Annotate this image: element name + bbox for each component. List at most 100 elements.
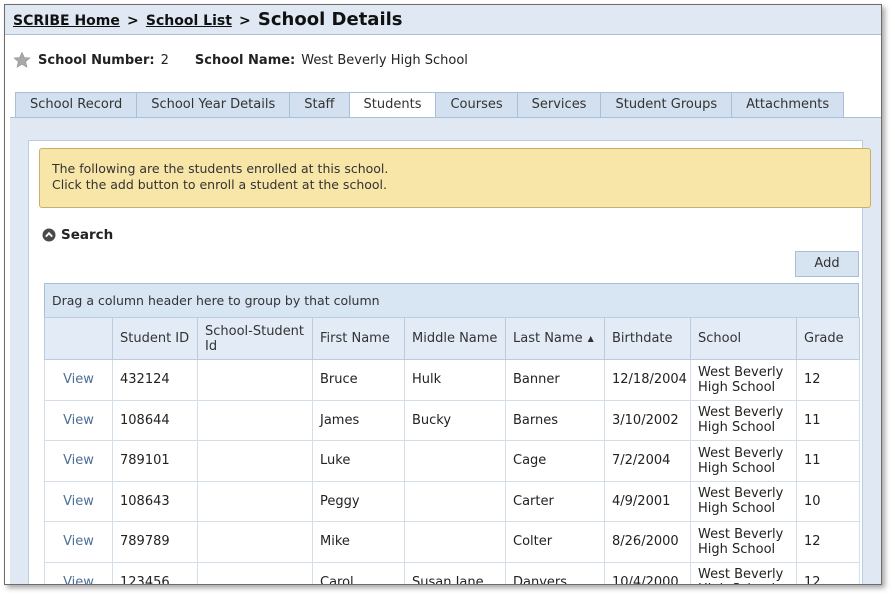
tab-student-groups[interactable]: Student Groups <box>601 92 733 118</box>
cell-student-id: 123456 <box>112 561 198 584</box>
cell-school: West Beverly High School <box>690 440 797 482</box>
cell-birthdate: 7/2/2004 <box>604 440 691 482</box>
breadcrumb-separator: > <box>239 13 251 29</box>
cell-first-name: Mike <box>312 521 405 563</box>
breadcrumb-separator: > <box>127 13 139 29</box>
students-table: Student ID School-Student Id First Name … <box>44 317 860 584</box>
table-row: View 108644 James Bucky Barnes 3/10/2002… <box>44 399 860 441</box>
school-info: School Number: 2 School Name: West Bever… <box>13 49 468 71</box>
cell-last-name: Barnes <box>505 399 605 441</box>
school-name-value: West Beverly High School <box>301 52 468 68</box>
tab-services[interactable]: Services <box>517 92 602 118</box>
table-row: View 123456 Carol Susan Jane Danvers 10/… <box>44 561 860 584</box>
breadcrumb-school-list-link[interactable]: School List <box>146 13 232 29</box>
cell-school-student-id <box>197 521 313 563</box>
tab-courses[interactable]: Courses <box>436 92 518 118</box>
column-header-last-name-label: Last Name <box>513 331 583 346</box>
cell-student-id: 789101 <box>112 440 198 482</box>
cell-middle-name <box>404 521 506 563</box>
cell-grade: 10 <box>796 480 860 522</box>
cell-grade: 11 <box>796 440 860 482</box>
cell-last-name: Cage <box>505 440 605 482</box>
view-link[interactable]: View <box>44 359 113 401</box>
cell-school: West Beverly High School <box>690 561 797 584</box>
column-header-first-name[interactable]: First Name <box>312 317 405 360</box>
breadcrumb-home-link[interactable]: SCRIBE Home <box>13 13 120 29</box>
cell-school: West Beverly High School <box>690 359 797 401</box>
cell-school: West Beverly High School <box>690 521 797 563</box>
cell-middle-name: Susan Jane <box>404 561 506 584</box>
cell-middle-name: Bucky <box>404 399 506 441</box>
cell-birthdate: 4/9/2001 <box>604 480 691 522</box>
view-link[interactable]: View <box>44 399 113 441</box>
cell-school: West Beverly High School <box>690 480 797 522</box>
add-button[interactable]: Add <box>795 251 859 277</box>
table-row: View 108643 Peggy Carter 4/9/2001 West B… <box>44 480 860 522</box>
cell-school-student-id <box>197 561 313 584</box>
tab-students[interactable]: Students <box>349 92 437 118</box>
table-header-row: Student ID School-Student Id First Name … <box>44 317 860 360</box>
tab-bar: School Record School Year Details Staff … <box>15 92 845 118</box>
cell-middle-name: Hulk <box>404 359 506 401</box>
school-number-value: 2 <box>160 52 169 68</box>
cell-student-id: 108643 <box>112 480 198 522</box>
column-header-action[interactable] <box>44 317 113 360</box>
cell-school-student-id <box>197 480 313 522</box>
cell-first-name: Carol <box>312 561 405 584</box>
view-link[interactable]: View <box>44 480 113 522</box>
cell-school-student-id <box>197 359 313 401</box>
notice-line-1: The following are the students enrolled … <box>52 161 389 176</box>
table-row: View 432124 Bruce Hulk Banner 12/18/2004… <box>44 359 860 401</box>
table-row: View 789789 Mike Colter 8/26/2000 West B… <box>44 521 860 563</box>
notice-line-2: Click the add button to enroll a student… <box>52 177 387 192</box>
column-header-student-id[interactable]: Student ID <box>112 317 198 360</box>
tab-staff[interactable]: Staff <box>290 92 350 118</box>
tab-panel: The following are the students enrolled … <box>10 117 881 584</box>
cell-first-name: Luke <box>312 440 405 482</box>
cell-grade: 12 <box>796 521 860 563</box>
column-header-grade[interactable]: Grade <box>796 317 860 360</box>
tab-school-record[interactable]: School Record <box>15 92 138 118</box>
cell-middle-name <box>404 440 506 482</box>
students-content: The following are the students enrolled … <box>28 140 871 584</box>
cell-last-name: Banner <box>505 359 605 401</box>
star-icon[interactable] <box>13 51 31 69</box>
column-header-school[interactable]: School <box>690 317 797 360</box>
cell-last-name: Carter <box>505 480 605 522</box>
column-header-school-student-id[interactable]: School-Student Id <box>197 317 313 360</box>
cell-birthdate: 12/18/2004 <box>604 359 691 401</box>
cell-school-student-id <box>197 399 313 441</box>
cell-grade: 11 <box>796 399 860 441</box>
search-toggle[interactable]: Search <box>42 227 113 243</box>
view-link[interactable]: View <box>44 440 113 482</box>
cell-first-name: Peggy <box>312 480 405 522</box>
view-link[interactable]: View <box>44 521 113 563</box>
cell-first-name: James <box>312 399 405 441</box>
sort-up-icon: ▲ <box>587 334 594 343</box>
school-number-label: School Number: <box>38 52 155 68</box>
cell-student-id: 432124 <box>112 359 198 401</box>
column-header-middle-name[interactable]: Middle Name <box>404 317 506 360</box>
table-row: View 789101 Luke Cage 7/2/2004 West Beve… <box>44 440 860 482</box>
cell-school: West Beverly High School <box>690 399 797 441</box>
page-title: School Details <box>257 9 403 30</box>
cell-last-name: Danvers <box>505 561 605 584</box>
cell-grade: 12 <box>796 359 860 401</box>
cell-student-id: 108644 <box>112 399 198 441</box>
search-label[interactable]: Search <box>61 227 113 243</box>
collapse-circle-icon[interactable] <box>42 228 56 242</box>
breadcrumb: SCRIBE Home > School List > School Detai… <box>5 5 881 35</box>
column-header-birthdate[interactable]: Birthdate <box>604 317 691 360</box>
cell-first-name: Bruce <box>312 359 405 401</box>
cell-birthdate: 3/10/2002 <box>604 399 691 441</box>
school-name-label: School Name: <box>194 52 296 68</box>
cell-school-student-id <box>197 440 313 482</box>
view-link[interactable]: View <box>44 561 113 584</box>
group-by-drop-zone[interactable]: Drag a column header here to group by th… <box>44 283 859 318</box>
app-window: SCRIBE Home > School List > School Detai… <box>4 4 882 585</box>
tab-school-year-details[interactable]: School Year Details <box>137 92 291 118</box>
column-header-last-name[interactable]: Last Name ▲ <box>505 317 605 360</box>
cell-middle-name <box>404 480 506 522</box>
info-notice: The following are the students enrolled … <box>39 148 871 208</box>
tab-attachments[interactable]: Attachments <box>732 92 845 118</box>
